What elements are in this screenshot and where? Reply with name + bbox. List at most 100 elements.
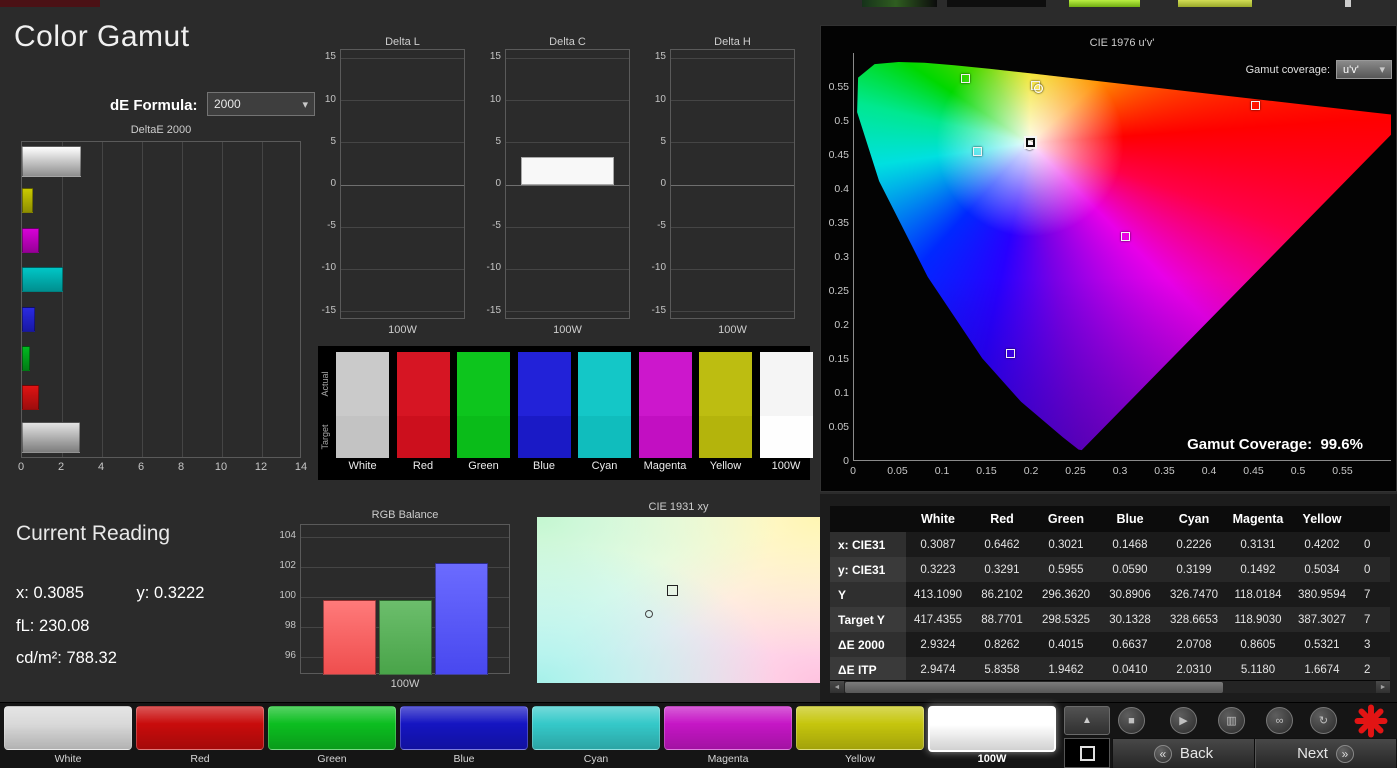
next-chevron-icon: » — [1335, 744, 1354, 763]
deltae-x-axis: 0 2 4 6 8 10 12 14 — [18, 461, 311, 475]
x-tick-label: 0 — [850, 465, 856, 477]
de-formula-dropdown[interactable]: 2000 ▾ — [207, 92, 315, 116]
y-tick-label: 0.3 — [834, 251, 849, 263]
patch-label: Magenta — [707, 753, 749, 765]
cie-marker-layer — [854, 53, 1391, 460]
table-cell: 2.0708 — [1162, 632, 1226, 657]
cie-1931-title: CIE 1931 xy — [648, 501, 709, 513]
y-tick-label: 0.5 — [834, 115, 849, 127]
x-tick-label: 0.4 — [1201, 465, 1217, 477]
gridline — [341, 268, 464, 270]
x-tick-label: 0.1 — [934, 465, 950, 477]
plot-area — [340, 49, 465, 319]
scroll-right-arrow[interactable]: ► — [1376, 681, 1390, 693]
table-row: x: CIE31 0.3087 0.6462 0.3021 0.1468 0.2226 0.… — [830, 532, 1390, 557]
gridline — [221, 142, 223, 457]
gamut-coverage-value: 99.6% — [1320, 436, 1363, 453]
horizontal-scrollbar[interactable]: ◄ ► — [830, 680, 1390, 693]
column-header: Blue — [1098, 506, 1162, 532]
target-marker-magenta — [1120, 232, 1130, 242]
reading-x-label: x: — [16, 584, 29, 602]
current-reading-title: Current Reading — [16, 522, 171, 545]
test-patch-red[interactable]: Red — [136, 705, 264, 767]
test-patch-row: White Red Green Blue Cyan Magenta Yellow 100W — [0, 703, 1060, 768]
table-cell: 326.7470 — [1162, 582, 1226, 607]
x-tick-label: 8 — [177, 461, 185, 473]
column-header: Red — [970, 506, 1034, 532]
table-cell: 86.2102 — [970, 582, 1034, 607]
back-button[interactable]: « Back — [1113, 739, 1254, 768]
scrollbar-thumb[interactable] — [845, 682, 1223, 693]
table-cell: 0.5955 — [1034, 557, 1098, 582]
swatch-label: White — [348, 460, 377, 472]
swatch-red — [396, 352, 450, 458]
play-button[interactable]: ▶ — [1170, 707, 1197, 734]
y-tick-label: -5 — [657, 220, 666, 232]
y-tick-label: 10 — [489, 93, 501, 105]
gridline — [341, 226, 464, 228]
back-chevron-icon: « — [1153, 744, 1172, 763]
test-patch-blue[interactable]: Blue — [400, 705, 528, 767]
column-header: Green — [1034, 506, 1098, 532]
y-tick-label: 0 — [495, 178, 501, 189]
next-button[interactable]: Next » — [1255, 739, 1396, 768]
bottom-control-bar: White Red Green Blue Cyan Magenta Yellow 100W ▲… — [0, 702, 1397, 768]
column-header: Yellow — [1290, 506, 1354, 532]
row-label: y: CIE31 — [830, 557, 906, 582]
reading-cd-line: cd/m²: 788.32 — [16, 649, 117, 668]
y-tick-label: 15 — [489, 51, 501, 63]
target-swatch — [457, 416, 510, 458]
x-axis-label: 100W — [553, 324, 582, 336]
patch-color — [268, 706, 396, 750]
test-patch-100w[interactable]: 100W — [928, 705, 1056, 767]
de-formula-value: 2000 — [214, 97, 241, 111]
y-tick-label: -5 — [327, 220, 336, 232]
refresh-icon: ↻ — [1318, 715, 1329, 727]
deltae-bar-white — [22, 146, 81, 177]
reading-x-value: 0.3085 — [33, 584, 84, 602]
reading-y-value: 0.3222 — [153, 584, 205, 602]
x-axis-label: 100W — [718, 324, 747, 336]
table-cell: 0.8262 — [970, 632, 1034, 657]
y-tick-label: 0.4 — [834, 183, 849, 195]
gridline — [341, 311, 464, 313]
rgb-balance-chart — [300, 524, 510, 675]
actual-swatch — [336, 352, 389, 416]
refresh-button[interactable]: ↻ — [1310, 707, 1337, 734]
stop-button[interactable]: ■ — [1118, 707, 1145, 734]
table-cell: 0.6462 — [970, 532, 1034, 557]
asterisk-icon — [1354, 704, 1388, 738]
marker-white-circle — [645, 609, 654, 618]
calman-color-gamut-screen: Color Gamut dE Formula: 2000 ▾ DeltaE 20… — [0, 0, 1397, 768]
table-row: Y 413.1090 86.2102 296.3620 30.8906 326.7470 1… — [830, 582, 1390, 607]
test-patch-yellow[interactable]: Yellow — [796, 705, 924, 767]
test-patch-cyan[interactable]: Cyan — [532, 705, 660, 767]
gridline — [671, 57, 794, 59]
test-patch-magenta[interactable]: Magenta — [664, 705, 792, 767]
test-patch-green[interactable]: Green — [268, 705, 396, 767]
save-button[interactable]: ▥ — [1218, 707, 1245, 734]
reading-fl-label: fL: — [16, 617, 35, 635]
link-button[interactable]: ∞ — [1266, 707, 1293, 734]
gridline — [341, 184, 464, 186]
table-cell-clipped: 3 — [1354, 632, 1390, 657]
test-patch-white[interactable]: White — [4, 705, 132, 767]
gridline — [341, 142, 464, 144]
chart-title: Delta L — [385, 36, 420, 48]
patch-label: Yellow — [845, 753, 875, 765]
cie-1976-plot: Gamut Coverage: 99.6% — [853, 53, 1391, 461]
table-cell: 2.9474 — [906, 657, 970, 682]
table-row: ΔE 2000 2.9324 0.8262 0.4015 0.6637 2.0708 0.8… — [830, 632, 1390, 657]
patch-label: Blue — [453, 753, 475, 765]
reading-fl-line: fL: 230.08 — [16, 617, 89, 636]
patch-label: Green — [317, 753, 347, 765]
gridline — [671, 311, 794, 313]
table-cell: 0.6637 — [1098, 632, 1162, 657]
y-tick-label: 104 — [279, 530, 296, 541]
rgb-bar-green — [379, 600, 432, 675]
pattern-window-button[interactable] — [1064, 738, 1110, 768]
expand-button[interactable]: ▲ — [1064, 706, 1110, 735]
scroll-left-arrow[interactable]: ◄ — [830, 681, 844, 693]
x-tick-label: 12 — [254, 461, 268, 473]
row-label: x: CIE31 — [830, 532, 906, 557]
